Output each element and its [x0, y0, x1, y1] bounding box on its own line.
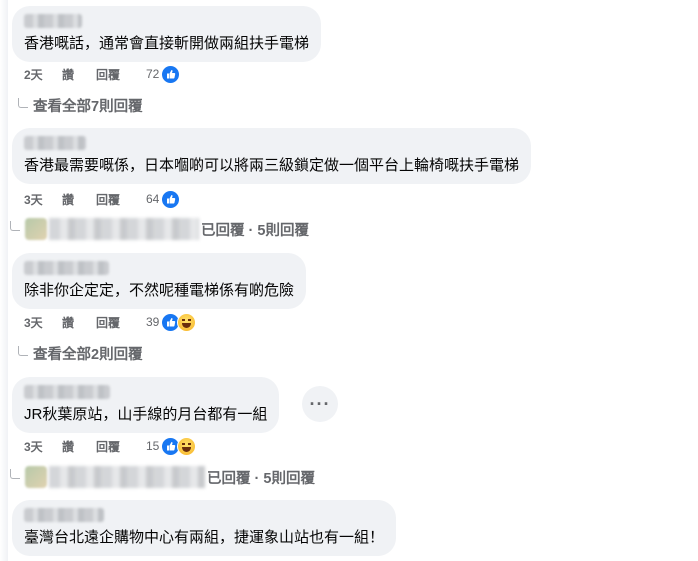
reaction-count[interactable]: 39 [146, 315, 159, 329]
reply-button[interactable]: 回覆 [96, 191, 146, 208]
comment-text: 香港嘅話，通常會直接斬開做兩組扶手電梯 [24, 35, 310, 52]
reactions[interactable] [161, 312, 197, 332]
reply-button[interactable]: 回覆 [96, 314, 146, 331]
reply-arrow-icon [18, 345, 28, 356]
reaction-count[interactable]: 72 [146, 67, 159, 81]
author-name-redacted[interactable] [24, 508, 104, 522]
replier-names-redacted [49, 218, 199, 240]
like-button[interactable]: 讚 [62, 438, 96, 455]
comment-1: 香港嘅話，通常會直接斬開做兩組扶手電梯 [12, 6, 322, 62]
author-name-redacted[interactable] [24, 14, 82, 28]
replied-label: 已回覆 · 5則回覆 [201, 222, 309, 239]
comment-meta: 3天 讚 回覆 39 [24, 312, 197, 332]
reply-arrow-icon [10, 221, 20, 231]
comment-time[interactable]: 3天 [24, 314, 62, 331]
reply-arrow-icon [10, 469, 20, 479]
comment-bubble: 香港嘅話，通常會直接斬開做兩組扶手電梯 [12, 6, 322, 62]
haha-icon [177, 436, 197, 456]
author-name-redacted[interactable] [24, 136, 86, 150]
comment-text: 香港最需要嘅係，日本嗰啲可以將兩三級鎖定做一個平台上輪椅嘅扶手電梯 [24, 157, 520, 174]
comment-meta: 3天 讚 回覆 15 [24, 436, 197, 456]
comment-bubble: 香港最需要嘅係，日本嗰啲可以將兩三級鎖定做一個平台上輪椅嘅扶手電梯 [12, 128, 532, 184]
thread-line [0, 0, 8, 561]
comment-5: 臺灣台北遠企購物中心有兩組，捷運象山站也有一組！ [12, 500, 397, 556]
comment-text: JR秋葉原站，山手線的月台都有一組 [24, 406, 268, 423]
comment-4: JR秋葉原站，山手線的月台都有一組 [12, 377, 280, 433]
comment-bubble: 除非你企定定，不然呢種電梯係有啲危險 [12, 253, 307, 309]
reply-button[interactable]: 回覆 [96, 66, 146, 83]
haha-icon [177, 312, 197, 332]
view-all-label: 查看全部2則回覆 [33, 347, 143, 363]
comment-3: 除非你企定定，不然呢種電梯係有啲危險 [12, 253, 307, 309]
reply-arrow-icon [18, 97, 28, 108]
like-button[interactable]: 讚 [62, 191, 96, 208]
comment-text: 除非你企定定，不然呢種電梯係有啲危險 [24, 282, 295, 299]
like-button[interactable]: 讚 [62, 314, 96, 331]
like-icon [161, 189, 181, 209]
replies-summary-button[interactable]: 已回覆 · 5則回覆 [10, 466, 315, 488]
replier-names-redacted [49, 466, 205, 488]
view-all-replies-button[interactable]: 查看全部2則回覆 [18, 343, 143, 364]
comment-time[interactable]: 3天 [24, 191, 62, 208]
author-name-redacted[interactable] [24, 261, 109, 275]
reactions[interactable] [161, 436, 197, 456]
comment-time[interactable]: 2天 [24, 66, 62, 83]
reply-button[interactable]: 回覆 [96, 438, 146, 455]
view-all-label: 查看全部7則回覆 [33, 99, 143, 115]
view-all-replies-button[interactable]: 查看全部7則回覆 [18, 95, 143, 116]
replies-summary-button[interactable]: 已回覆 · 5則回覆 [10, 218, 309, 240]
comment-bubble: 臺灣台北遠企購物中心有兩組，捷運象山站也有一組！ [12, 500, 397, 556]
comment-text: 臺灣台北遠企購物中心有兩組，捷運象山站也有一組！ [24, 529, 385, 546]
reactions[interactable] [161, 64, 181, 84]
reaction-count[interactable]: 64 [146, 192, 159, 206]
comment-2: 香港最需要嘅係，日本嗰啲可以將兩三級鎖定做一個平台上輪椅嘅扶手電梯 [12, 128, 532, 184]
like-button[interactable]: 讚 [62, 66, 96, 83]
avatar-redacted [25, 218, 47, 240]
comment-bubble: JR秋葉原站，山手線的月台都有一組 [12, 377, 280, 433]
avatar-redacted [25, 466, 47, 488]
comment-meta: 2天 讚 回覆 72 [24, 64, 181, 84]
comment-meta: 3天 讚 回覆 64 [24, 189, 181, 209]
replied-label: 已回覆 · 5則回覆 [207, 470, 315, 487]
comment-time[interactable]: 3天 [24, 438, 62, 455]
author-name-redacted[interactable] [24, 385, 110, 399]
reaction-count[interactable]: 15 [146, 439, 159, 453]
reactions[interactable] [161, 189, 181, 209]
like-icon [161, 64, 181, 84]
more-icon: ··· [309, 393, 331, 414]
more-options-button[interactable]: ··· [302, 386, 338, 422]
